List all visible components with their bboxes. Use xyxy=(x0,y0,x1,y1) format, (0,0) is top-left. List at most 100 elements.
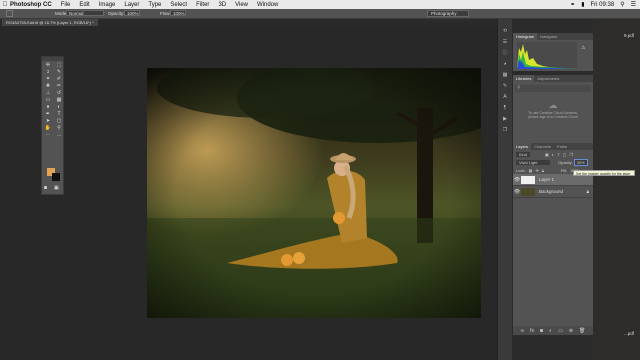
quick-select-tool-icon[interactable]: ✎ xyxy=(54,69,64,75)
brush-panel-icon[interactable]: ✎ xyxy=(501,82,509,89)
menu-3d[interactable]: 3D xyxy=(218,2,226,8)
lock-position-icon[interactable]: ✣ xyxy=(535,168,538,173)
trash-icon[interactable]: 🗑︎ xyxy=(579,328,585,334)
clock[interactable]: Fri 09:38 xyxy=(591,2,615,8)
lock-pixels-icon[interactable]: ▦ xyxy=(529,168,533,173)
toolbox: ✣ ⬚ ↄ ✎ ⌗ ✐ ✚ ✏ ⊥ ↺ ▭ ▦ ● ◐ ✒ T ➤ ▢ ✋ ⚲ … xyxy=(41,56,64,195)
menu-edit[interactable]: Edit xyxy=(79,2,89,8)
healing-tool-icon[interactable]: ✚ xyxy=(43,83,53,89)
battery-icon[interactable]: ▮ xyxy=(581,1,584,8)
tab-paths[interactable]: Paths xyxy=(554,143,570,150)
lock-all-icon[interactable]: 🔒︎ xyxy=(542,168,544,173)
menu-type[interactable]: Type xyxy=(148,2,161,8)
more-tools-icon[interactable]: ⋯ xyxy=(43,132,53,138)
stamp-tool-icon[interactable]: ⊥ xyxy=(43,90,53,96)
shape-tool-icon[interactable]: ▢ xyxy=(54,118,64,124)
menu-window[interactable]: Window xyxy=(257,2,278,8)
document-canvas[interactable] xyxy=(147,68,481,318)
wifi-icon[interactable]: ⚭ xyxy=(570,1,575,8)
menu-file[interactable]: File xyxy=(61,2,71,8)
search-icon[interactable]: ⚲ xyxy=(620,1,624,8)
new-adjustment-icon[interactable]: ◐ xyxy=(549,328,552,334)
creative-cloud-icon: ☁ xyxy=(548,100,558,110)
visibility-eye-icon[interactable]: 👁︎ xyxy=(513,189,521,195)
workspace-select[interactable]: Photography xyxy=(427,10,469,17)
app-menu[interactable]: Photoshop CC xyxy=(10,2,52,8)
filter-adjustment-icon[interactable]: ◐ xyxy=(552,152,554,157)
zoom-tool-icon[interactable]: ⚲ xyxy=(54,125,64,131)
menu-filter[interactable]: Filter xyxy=(196,2,209,8)
layer-filter-label: Kind xyxy=(519,151,528,157)
gradient-tool-icon[interactable]: ▦ xyxy=(54,97,64,103)
layer-row-background[interactable]: 👁︎ Background 🔒︎ xyxy=(513,186,593,198)
pen-tool-icon[interactable]: ✒ xyxy=(43,111,53,117)
opacity-value: 100% xyxy=(127,11,139,16)
marquee-tool-icon[interactable]: ⬚ xyxy=(54,62,64,68)
swatches-icon[interactable]: ▦ xyxy=(501,71,509,78)
crop-tool-icon[interactable]: ⌗ xyxy=(43,76,53,82)
tab-navigator[interactable]: Navigator xyxy=(537,33,560,40)
layer-name: Layer 1 xyxy=(539,177,555,182)
desktop-file-1[interactable]: 9.pdf xyxy=(624,33,634,38)
lock-icon: 🔒︎ xyxy=(586,189,589,194)
tab-adjustments[interactable]: Adjustments xyxy=(534,75,562,82)
layer-filter-select[interactable]: Kind xyxy=(516,151,531,157)
actions-icon[interactable]: ▶ xyxy=(501,115,509,122)
filter-smart-object-icon[interactable]: ❐ xyxy=(569,152,573,157)
menu-view[interactable]: View xyxy=(235,2,248,8)
brush-tool-icon[interactable]: ✏ xyxy=(54,83,64,89)
visibility-eye-icon[interactable]: 👁︎ xyxy=(513,177,521,183)
opacity-label: Opacity: xyxy=(108,11,125,16)
opacity-input[interactable]: 100% xyxy=(124,10,140,16)
fill-label: Fill: xyxy=(560,167,568,173)
mode-select[interactable]: Normal xyxy=(66,10,104,16)
properties-icon[interactable]: ☰ xyxy=(501,38,509,45)
layer-style-icon[interactable]: fx xyxy=(530,328,534,334)
libraries-panel: Libraries Adjustments ⚲ ☁ To use Creativ… xyxy=(513,75,593,143)
tab-layers[interactable]: Layers xyxy=(513,143,532,150)
info-icon[interactable]: ⓘ xyxy=(501,49,509,56)
menu-list-icon[interactable]: ☰ xyxy=(631,1,636,8)
menu-select[interactable]: Select xyxy=(170,2,187,8)
character-icon[interactable]: A xyxy=(501,93,509,100)
hand-tool-icon[interactable]: ✋ xyxy=(43,125,53,131)
history-brush-tool-icon[interactable]: ↺ xyxy=(54,90,64,96)
eyedropper-tool-icon[interactable]: ✐ xyxy=(54,76,64,82)
layer-comps-icon[interactable]: ❐ xyxy=(501,126,509,133)
filter-type-icon[interactable]: T xyxy=(557,152,559,157)
new-group-icon[interactable]: ▭ xyxy=(558,328,563,334)
lasso-tool-icon[interactable]: ↄ xyxy=(43,69,53,75)
flow-input[interactable]: 100% xyxy=(170,10,186,16)
link-layers-icon[interactable]: ∞ xyxy=(521,328,525,334)
paragraph-icon[interactable]: ¶ xyxy=(501,104,509,111)
screen-mode-icon[interactable]: ▣ xyxy=(54,185,59,191)
blend-mode-select[interactable]: Vivid Light xyxy=(516,159,550,165)
library-search-field[interactable]: ⚲ xyxy=(515,85,591,92)
edit-toolbar-icon[interactable]: … xyxy=(54,132,64,138)
tab-channels[interactable]: Channels xyxy=(531,143,554,150)
layer-opacity-input[interactable]: 39% xyxy=(573,158,588,166)
apple-menu-icon[interactable]:  xyxy=(0,1,10,8)
menu-layer[interactable]: Layer xyxy=(124,2,139,8)
add-mask-icon[interactable]: ◙ xyxy=(540,328,543,334)
blur-tool-icon[interactable]: ● xyxy=(43,104,53,110)
document-tab[interactable]: RG3A0755-Edit.tif @ 16.7% (Layer 1, RGB/… xyxy=(2,19,98,26)
dodge-tool-icon[interactable]: ◐ xyxy=(54,104,64,110)
warning-icon[interactable]: ⚠ xyxy=(581,45,586,51)
move-tool-icon[interactable]: ✣ xyxy=(43,62,53,68)
history-icon[interactable]: ⟲ xyxy=(501,27,509,34)
brush-tool-preset-icon[interactable] xyxy=(6,10,13,17)
filter-shape-icon[interactable]: ▢ xyxy=(563,152,567,157)
eraser-tool-icon[interactable]: ▭ xyxy=(43,97,53,103)
new-layer-icon[interactable]: ⊕ xyxy=(569,328,573,334)
menu-image[interactable]: Image xyxy=(99,2,116,8)
filter-pixel-icon[interactable]: ▣ xyxy=(545,152,549,157)
quick-mask-icon[interactable]: ◙ xyxy=(44,185,47,191)
path-select-tool-icon[interactable]: ➤ xyxy=(43,118,53,124)
background-color-swatch[interactable] xyxy=(52,173,60,181)
type-tool-icon[interactable]: T xyxy=(54,111,64,117)
tab-libraries[interactable]: Libraries xyxy=(513,75,535,82)
desktop-file-2[interactable]: ...pdf xyxy=(624,331,634,336)
color-icon[interactable]: ◕ xyxy=(501,60,509,67)
tab-histogram[interactable]: Histogram xyxy=(513,33,538,40)
